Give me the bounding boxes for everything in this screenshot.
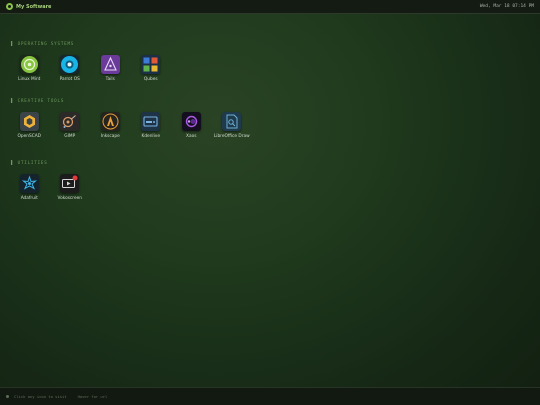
app-gimp[interactable]: GIMP: [50, 112, 91, 140]
gimp-icon: [60, 112, 80, 131]
section-title-utilities: ▌ UTILITIES: [11, 160, 48, 165]
app-label: Qubes: [143, 77, 158, 82]
app-libreoffice-draw[interactable]: LibreOffice Draw: [212, 112, 253, 140]
brand[interactable]: My Software: [6, 3, 51, 10]
app-label: Kdenlive: [141, 134, 161, 139]
app-vokoscreen[interactable]: Vokoscreen: [50, 174, 91, 202]
app-kdenlive[interactable]: Kdenlive: [131, 112, 172, 140]
app-parrot-os[interactable]: Parrot OS: [50, 55, 91, 83]
app-qubes[interactable]: Qubes: [131, 55, 172, 83]
section-title-operating-systems: ▌ OPERATING SYSTEMS: [11, 41, 75, 46]
app-grid-utilities: Adafruit Vokoscreen: [9, 174, 90, 202]
app-xaos[interactable]: Xaos: [171, 112, 212, 140]
app-label: Tails: [105, 77, 115, 82]
app-grid-creative-tools: OpenSCAD GIMP Inkscape Kdenlive Xaos Lib…: [9, 112, 252, 140]
app-openscad[interactable]: OpenSCAD: [9, 112, 50, 140]
libreoffice-draw-icon: [222, 112, 242, 131]
hint-hover: Hover for url: [77, 394, 108, 399]
linux-mint-icon: [19, 55, 39, 74]
app-label: Xaos: [186, 134, 197, 139]
inkscape-icon: [100, 112, 120, 131]
clock: Wed, Mar 18 07:14 PM: [479, 4, 534, 9]
hint-click: Click any icon to visit: [14, 394, 67, 399]
app-linux-mint[interactable]: Linux Mint: [9, 55, 50, 83]
app-label: OpenSCAD: [17, 134, 41, 139]
top-bar: My Software Wed, Mar 18 07:14 PM: [0, 0, 540, 14]
app-grid-operating-systems: Linux Mint Parrot OS Tails Qubes: [9, 55, 171, 83]
app-label: LibreOffice Draw: [213, 134, 250, 139]
openscad-icon: [19, 112, 39, 131]
app-label: Adafruit: [20, 196, 38, 201]
bottom-bar: Click any icon to visit Hover for url: [0, 387, 540, 405]
parrot-os-icon: [60, 55, 80, 74]
info-icon: [6, 395, 9, 398]
app-adafruit[interactable]: Adafruit: [9, 174, 50, 202]
app-inkscape[interactable]: Inkscape: [90, 112, 131, 140]
app-label: Vokoscreen: [57, 196, 82, 201]
section-title-creative-tools: ▌ CREATIVE TOOLS: [11, 98, 65, 103]
app-label: Parrot OS: [59, 77, 80, 82]
tails-icon: [100, 55, 120, 74]
app-label: Linux Mint: [18, 77, 41, 82]
app-label: GIMP: [64, 134, 76, 139]
app-label: Inkscape: [100, 134, 120, 139]
xaos-icon: [181, 112, 201, 131]
qubes-icon: [141, 55, 161, 74]
adafruit-icon: [19, 174, 39, 193]
app-tails[interactable]: Tails: [90, 55, 131, 83]
kdenlive-icon: [141, 112, 161, 131]
vokoscreen-icon: [60, 174, 80, 193]
page-title: My Software: [16, 3, 52, 10]
brand-logo-icon: [6, 3, 13, 10]
